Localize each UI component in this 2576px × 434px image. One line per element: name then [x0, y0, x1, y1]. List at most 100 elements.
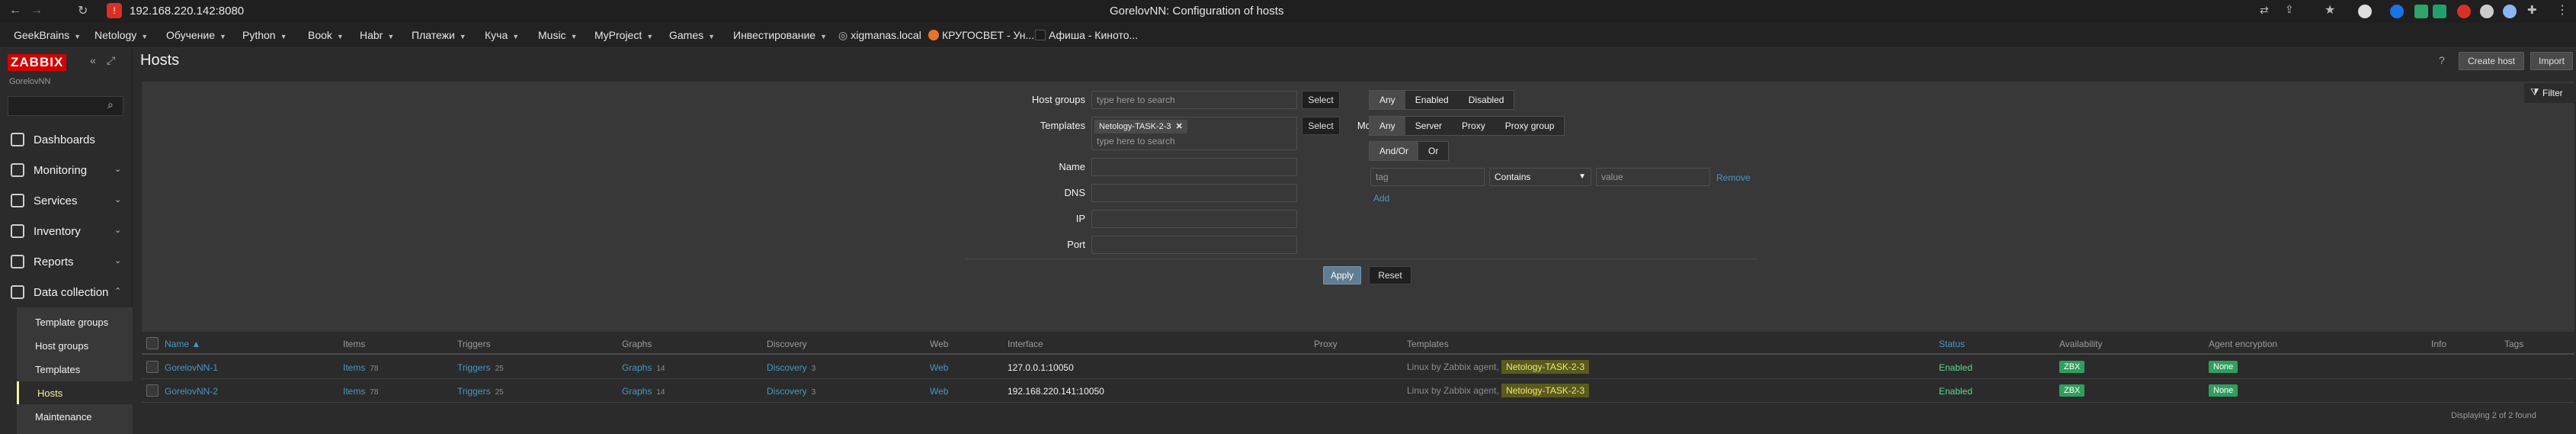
- discovery-link[interactable]: Discovery: [767, 362, 807, 373]
- sidebar-item-dashboards[interactable]: Dashboards: [0, 125, 133, 156]
- row-checkbox[interactable]: [146, 384, 159, 397]
- templates-multiselect[interactable]: Netology-TASK-2-3 ✕ type here to search: [1091, 117, 1297, 150]
- bookmark-item[interactable]: КРУГОСВЕТ - Ун...: [928, 29, 1034, 41]
- bookmark-item[interactable]: Афиша - Киното...: [1035, 29, 1138, 41]
- template-highlight-link[interactable]: Netology-TASK-2-3: [1501, 384, 1590, 397]
- zabbix-logo[interactable]: ZABBIX: [8, 54, 67, 71]
- template-link[interactable]: Linux by Zabbix agent,: [1407, 385, 1501, 396]
- template-chip[interactable]: Netology-TASK-2-3 ✕: [1094, 120, 1187, 133]
- collapse-sidebar-icon[interactable]: «: [90, 54, 96, 66]
- extension-icon[interactable]: [2433, 5, 2446, 18]
- translate-icon[interactable]: ⇄: [2260, 4, 2269, 17]
- extension-icon[interactable]: [2457, 5, 2471, 18]
- sidebar-subitem-hosts[interactable]: Hosts: [17, 381, 133, 404]
- sidebar-item-inventory[interactable]: Inventory ⌄: [0, 217, 133, 247]
- tag-name-input[interactable]: tag: [1370, 168, 1485, 186]
- import-button[interactable]: Import: [2530, 52, 2573, 70]
- sidebar-subitem-maintenance[interactable]: Maintenance: [17, 405, 133, 428]
- tag-value-input[interactable]: value: [1596, 168, 1710, 186]
- back-icon[interactable]: ←: [9, 4, 21, 18]
- tags-evaltype-group[interactable]: And/Or Or: [1369, 141, 1450, 161]
- template-link[interactable]: Linux by Zabbix agent,: [1407, 362, 1501, 372]
- tag-operator-select[interactable]: Contains ▼: [1489, 168, 1591, 186]
- template-highlight-link[interactable]: Netology-TASK-2-3: [1501, 360, 1590, 374]
- column-header-status[interactable]: Status: [1939, 339, 1965, 349]
- bookmark-star-icon[interactable]: ★: [2324, 2, 2335, 18]
- bookmark-item[interactable]: Music ▼: [538, 29, 577, 41]
- host-groups-input[interactable]: type here to search: [1091, 91, 1297, 109]
- host-name-link[interactable]: GorelovNN-1: [165, 362, 218, 373]
- graphs-link[interactable]: Graphs: [622, 386, 652, 397]
- status-disabled-option[interactable]: Disabled: [1459, 91, 1514, 109]
- bookmark-item[interactable]: Games ▼: [669, 29, 715, 41]
- column-header-name[interactable]: Name ▲: [165, 339, 200, 349]
- bookmark-item[interactable]: ◎ xigmanas.local: [838, 29, 921, 42]
- extension-icon[interactable]: [2358, 5, 2372, 18]
- port-input[interactable]: [1091, 236, 1297, 254]
- reload-icon[interactable]: ↻: [78, 3, 88, 18]
- host-name-link[interactable]: GorelovNN-2: [165, 386, 218, 397]
- select-all-checkbox[interactable]: [146, 337, 159, 349]
- extension-icon[interactable]: [2414, 5, 2428, 18]
- help-icon[interactable]: ?: [2439, 54, 2445, 66]
- address-bar-url[interactable]: 192.168.220.142:8080: [130, 5, 244, 18]
- monitored-any-option[interactable]: Any: [1370, 117, 1405, 135]
- reset-button[interactable]: Reset: [1369, 266, 1411, 285]
- tags-and-or-option[interactable]: And/Or: [1370, 142, 1419, 160]
- extensions-puzzle-icon[interactable]: ✚: [2527, 3, 2537, 17]
- search-icon[interactable]: ⌕: [107, 98, 114, 111]
- remove-chip-icon[interactable]: ✕: [1176, 122, 1183, 131]
- sidebar-item-reports[interactable]: Reports ⌄: [0, 247, 133, 278]
- status-enabled-option[interactable]: Enabled: [1405, 91, 1459, 109]
- monitored-by-radio-group[interactable]: Any Server Proxy Proxy group: [1369, 116, 1565, 136]
- triggers-link[interactable]: Triggers: [457, 386, 491, 397]
- status-link[interactable]: Enabled: [1939, 386, 1972, 397]
- forward-icon[interactable]: →: [30, 4, 43, 18]
- status-any-option[interactable]: Any: [1370, 91, 1405, 109]
- sidebar-subitem-template-groups[interactable]: Template groups: [17, 310, 133, 333]
- dns-input[interactable]: [1091, 184, 1297, 202]
- not-secure-icon[interactable]: !: [107, 3, 122, 18]
- items-link[interactable]: Items: [343, 386, 365, 397]
- bookmark-item[interactable]: GeekBrains ▼: [14, 29, 81, 41]
- row-checkbox[interactable]: [146, 361, 159, 373]
- kiosk-mode-icon[interactable]: ⤢: [107, 54, 115, 67]
- share-icon[interactable]: ⇪: [2285, 3, 2294, 16]
- sidebar-subitem-host-groups[interactable]: Host groups: [17, 334, 133, 357]
- extension-icon[interactable]: [2480, 5, 2494, 18]
- create-host-button[interactable]: Create host: [2459, 52, 2524, 70]
- bookmark-item[interactable]: MyProject ▼: [594, 29, 653, 41]
- sidebar-item-data-collection[interactable]: Data collection ⌃: [0, 278, 133, 308]
- bookmark-item[interactable]: Netology ▼: [95, 29, 148, 41]
- sidebar-search-input[interactable]: [8, 96, 123, 116]
- monitored-proxy-option[interactable]: Proxy: [1452, 117, 1495, 135]
- tags-or-option[interactable]: Or: [1418, 142, 1448, 160]
- monitored-server-option[interactable]: Server: [1405, 117, 1452, 135]
- web-link[interactable]: Web: [930, 386, 948, 397]
- bookmark-item[interactable]: Book ▼: [308, 29, 344, 41]
- sidebar-item-monitoring[interactable]: Monitoring ⌄: [0, 156, 133, 186]
- bookmark-item[interactable]: Инвестирование ▼: [733, 29, 827, 41]
- triggers-link[interactable]: Triggers: [457, 362, 491, 373]
- extension-icon[interactable]: [2390, 5, 2404, 18]
- ip-input[interactable]: [1091, 210, 1297, 228]
- add-tag-link[interactable]: Add: [1373, 193, 1389, 204]
- name-input[interactable]: [1091, 158, 1297, 176]
- sidebar-item-services[interactable]: Services ⌄: [0, 186, 133, 217]
- items-link[interactable]: Items: [343, 362, 365, 373]
- sidebar-subitem-templates[interactable]: Templates: [17, 358, 133, 381]
- bookmark-item[interactable]: Habr ▼: [360, 29, 394, 41]
- discovery-link[interactable]: Discovery: [767, 386, 807, 397]
- menu-dots-icon[interactable]: ⋮: [2556, 2, 2568, 18]
- remove-tag-link[interactable]: Remove: [1716, 172, 1751, 183]
- apply-button[interactable]: Apply: [1323, 266, 1361, 285]
- web-link[interactable]: Web: [930, 362, 948, 373]
- graphs-link[interactable]: Graphs: [622, 362, 652, 373]
- bookmark-item[interactable]: Куча ▼: [485, 29, 519, 41]
- status-radio-group[interactable]: Any Enabled Disabled: [1369, 90, 1515, 110]
- extension-icon[interactable]: [2503, 5, 2517, 18]
- bookmark-item[interactable]: Python ▼: [242, 29, 287, 41]
- monitored-proxy-group-option[interactable]: Proxy group: [1495, 117, 1565, 135]
- filter-tab[interactable]: ⧩ Filter: [2524, 83, 2574, 103]
- bookmark-item[interactable]: Обучение ▼: [166, 29, 226, 41]
